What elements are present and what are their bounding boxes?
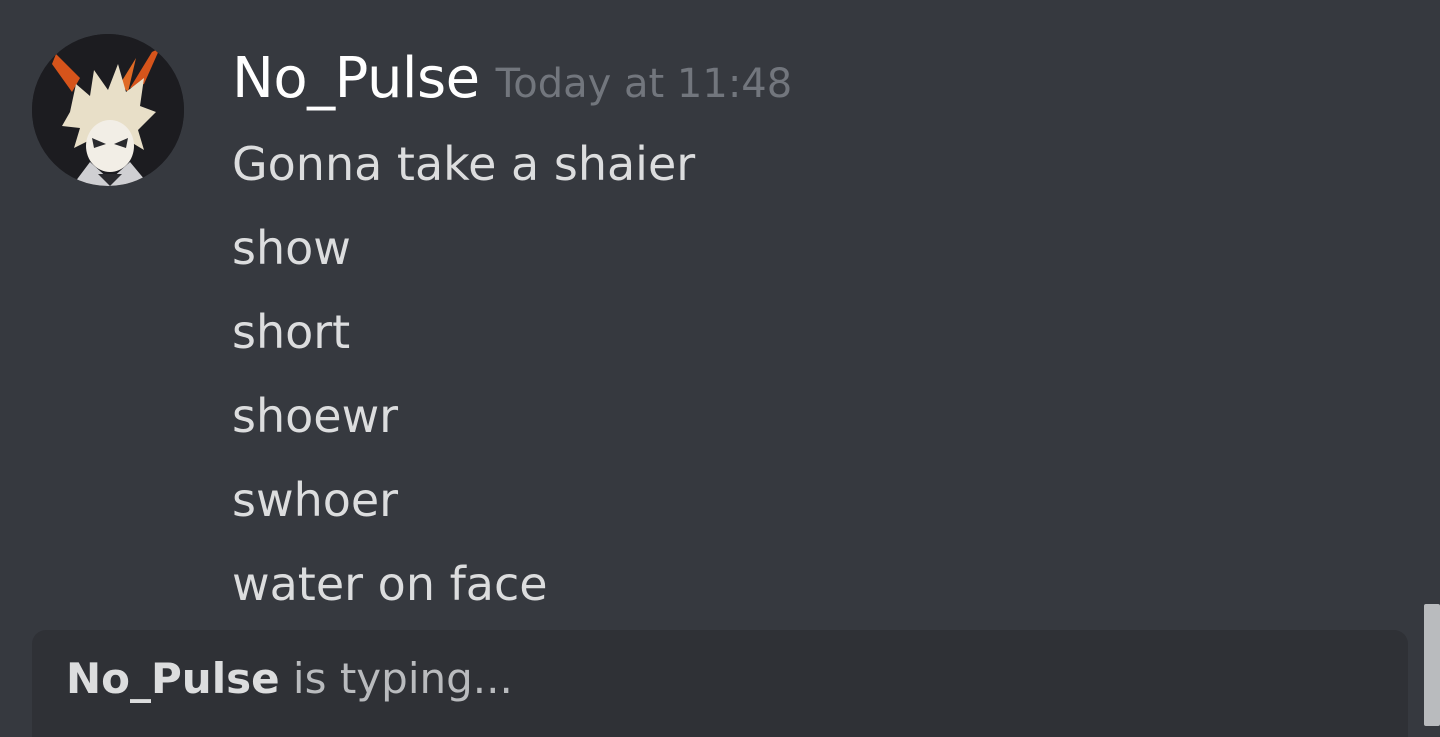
message-line: shoewr xyxy=(232,389,399,443)
message-line: swhoer xyxy=(232,473,399,527)
message-line: show xyxy=(232,221,351,275)
message-line: water on face xyxy=(232,557,548,611)
author-username[interactable]: No_Pulse xyxy=(232,46,480,111)
message-line: short xyxy=(232,305,351,359)
typing-indicator: No_Pulse is typing... xyxy=(66,654,513,703)
message-line: Gonna take a shaier xyxy=(232,137,696,191)
typing-indicator-bar: No_Pulse is typing... xyxy=(32,630,1408,737)
avatar[interactable] xyxy=(32,34,184,186)
typing-suffix: is typing... xyxy=(279,654,513,703)
message-header: No_Pulse Today at 11:48 xyxy=(232,46,792,111)
chat-view: No_Pulse Today at 11:48 Gonna take a shai… xyxy=(0,0,1440,737)
scrollbar-thumb[interactable] xyxy=(1424,604,1440,726)
message-lines: Gonna take a shaier show short shoewr sw… xyxy=(232,136,695,640)
message-timestamp[interactable]: Today at 11:48 xyxy=(496,61,793,107)
typing-username: No_Pulse xyxy=(66,654,280,703)
anime-character-avatar-icon xyxy=(32,34,184,186)
